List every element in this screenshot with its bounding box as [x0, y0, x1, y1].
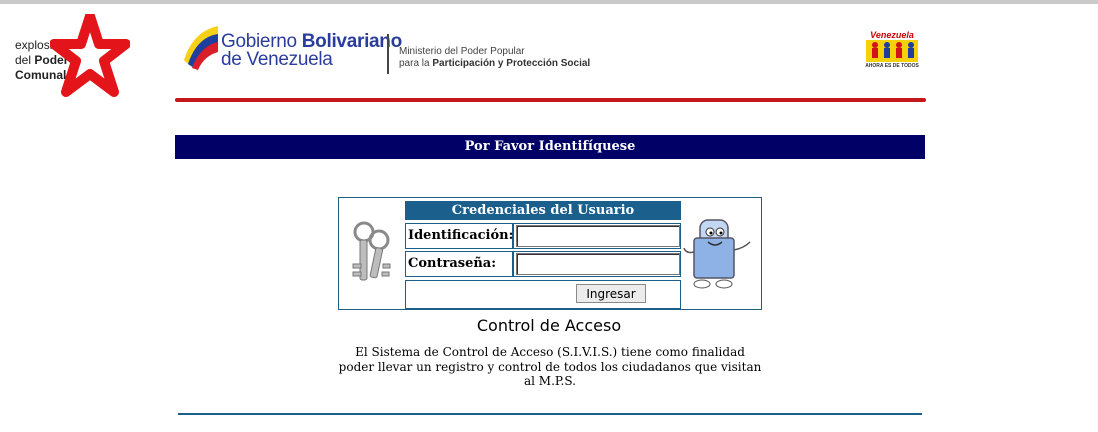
system-description: El Sistema de Control de Acceso (S.I.V.I… [338, 345, 762, 388]
identificacion-input[interactable] [516, 225, 680, 247]
children-icon [866, 40, 918, 62]
id-label-cell: Identificación: [405, 223, 513, 249]
top-border [0, 0, 1098, 4]
control-de-acceso-title: Control de Acceso [476, 316, 622, 335]
red-star-icon [50, 14, 130, 97]
id-label: Identificación: [408, 228, 514, 243]
red-divider [175, 98, 926, 102]
password-input-cell [513, 251, 681, 277]
ingresar-button[interactable]: Ingresar [576, 284, 646, 303]
keys-icon [352, 221, 391, 281]
password-label-cell: Contraseña: [405, 251, 513, 277]
venezuela-ahora-es-de-todos-logo: Venezuela AHORA ES DE TODOS [865, 30, 919, 69]
id-input-cell [513, 223, 681, 249]
submit-cell: Ingresar [405, 280, 681, 309]
mascot-icon [683, 219, 751, 289]
login-panel: Credenciales del Usuario Identificación:… [338, 197, 762, 310]
credentials-header: Credenciales del Usuario [405, 201, 681, 220]
blue-divider [178, 413, 922, 415]
gobierno-bolivariano-logo: Gobierno Bolivariano de Venezuela [221, 31, 402, 70]
contrasena-input[interactable] [516, 253, 680, 275]
ministry-name: Ministerio del Poder Popular para la Par… [399, 46, 591, 69]
venezuela-flag-icon [184, 26, 218, 70]
header-separator [387, 34, 389, 74]
password-label: Contraseña: [408, 256, 497, 271]
page-title: Por Favor Identifíquese [175, 135, 925, 159]
poder-comunal-logo: explosión del Poder Comunal [10, 14, 130, 106]
